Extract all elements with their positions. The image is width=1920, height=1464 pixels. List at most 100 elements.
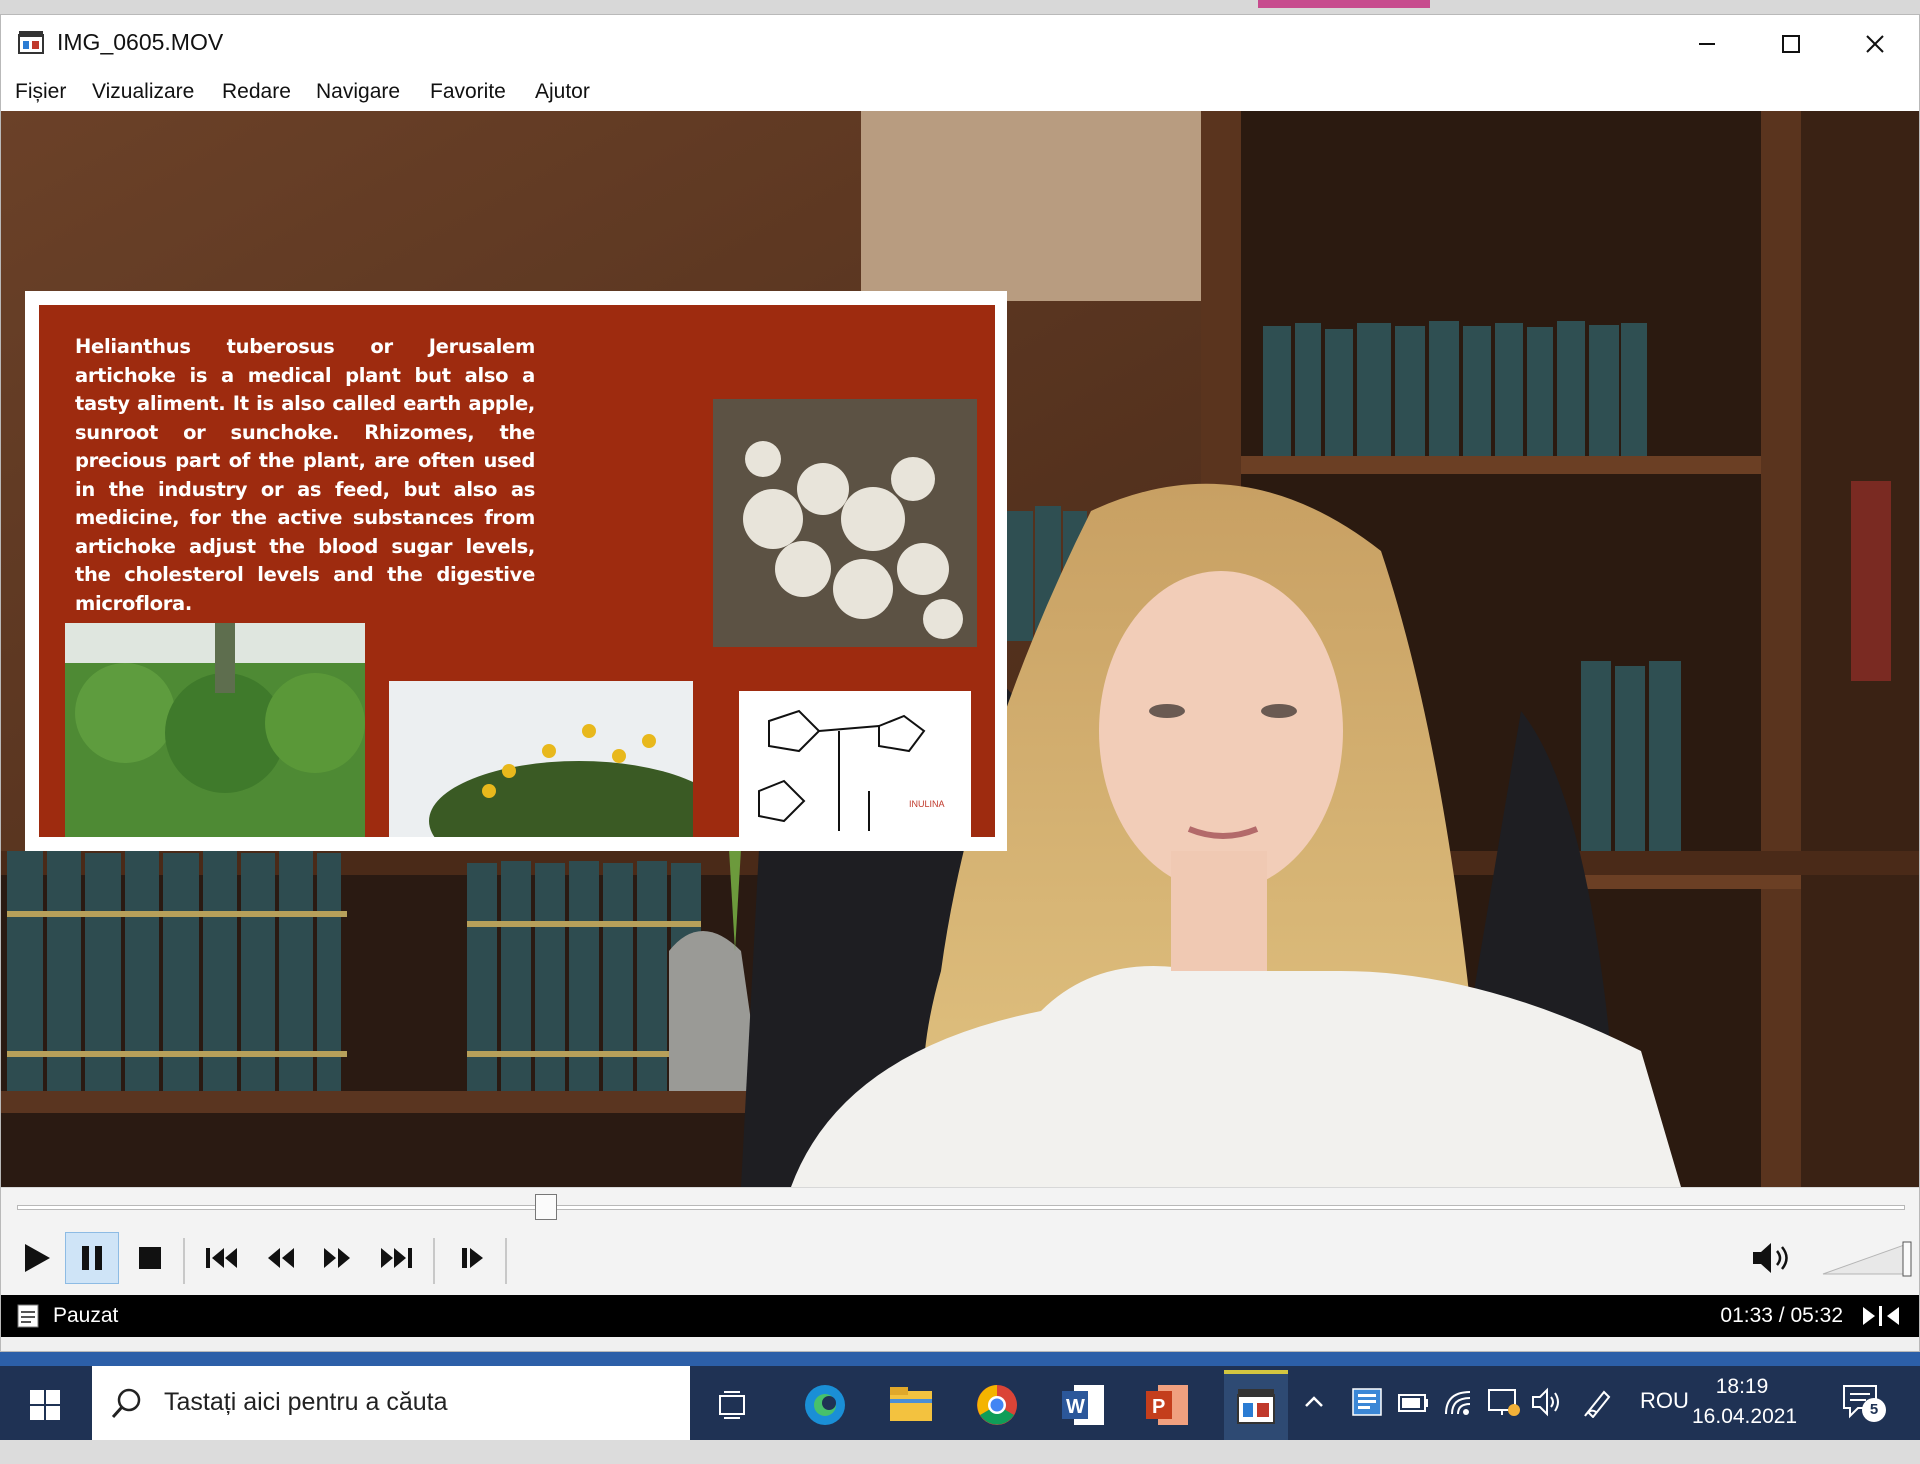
menu-help[interactable]: Ajutor [535, 80, 590, 104]
wifi-button[interactable] [1442, 1386, 1476, 1460]
search-icon [111, 1388, 141, 1419]
notifications-button[interactable]: 5 [1840, 1382, 1886, 1456]
menu-favorites[interactable]: Favorite [430, 80, 506, 104]
clock-date: 16.04.2021 [1692, 1405, 1798, 1428]
minimize-button[interactable] [1665, 15, 1749, 73]
step-frame-icon [462, 1248, 483, 1268]
rewind-button[interactable] [253, 1232, 307, 1284]
chrome-button[interactable] [968, 1376, 1026, 1434]
tray-app-button[interactable] [1350, 1386, 1384, 1460]
pen-button[interactable] [1582, 1386, 1614, 1460]
word-button[interactable]: W [1054, 1376, 1112, 1434]
folder-icon [890, 1387, 932, 1421]
slide-text: Helianthus tuberosus or Jerusalem artich… [75, 335, 535, 615]
menu-view[interactable]: Vizualizare [92, 80, 194, 104]
inulin-caption: INULINA [909, 799, 945, 809]
stop-icon [139, 1247, 161, 1269]
maximize-button[interactable] [1749, 15, 1833, 73]
media-player-window: IMG_0605.MOV Fișier Vizualizare Redare N… [0, 14, 1920, 1352]
file-explorer-button[interactable] [882, 1376, 940, 1434]
battery-button[interactable] [1396, 1386, 1430, 1460]
notification-count-badge: 5 [1862, 1398, 1886, 1422]
menu-play[interactable]: Redare [222, 80, 291, 104]
task-view-button[interactable] [704, 1376, 762, 1434]
presentation-slide: Helianthus tuberosus or Jerusalem artich… [25, 291, 1007, 851]
pen-icon [1584, 1390, 1611, 1419]
skip-forward-icon [381, 1248, 412, 1268]
playback-controls [1, 1187, 1919, 1295]
seek-bar[interactable] [17, 1205, 1905, 1210]
skip-back-button[interactable] [195, 1232, 249, 1284]
speaker-icon [1532, 1387, 1559, 1417]
status-file-icon [17, 1304, 39, 1328]
edge-icon [805, 1385, 845, 1425]
speaker-button[interactable] [1530, 1386, 1562, 1460]
media-player-taskbar-button[interactable] [1224, 1370, 1288, 1440]
top-strip [0, 0, 1920, 14]
svg-text:P: P [1152, 1396, 1165, 1418]
media-player-app-icon [1237, 1389, 1275, 1424]
clock[interactable]: 18:19 16.04.2021 [1692, 1372, 1798, 1446]
menu-bar: Fișier Vizualizare Redare Navigare Favor… [1, 73, 1919, 111]
network-status-button[interactable] [1486, 1386, 1522, 1460]
chrome-icon [977, 1385, 1017, 1425]
playback-time: 01:33 / 05:32 [1720, 1304, 1843, 1327]
control-separator [505, 1238, 507, 1284]
task-view-icon [719, 1391, 745, 1419]
powerpoint-button[interactable]: P [1138, 1376, 1196, 1434]
start-button[interactable] [16, 1376, 74, 1434]
minimize-icon [1699, 43, 1715, 45]
window-accent [1258, 0, 1430, 8]
inulin-structure-diagram: INULINA [739, 691, 971, 837]
plant-leaves-photo [65, 623, 365, 837]
clock-time: 18:19 [1715, 1375, 1769, 1398]
taskbar: Tastați aici pentru a căuta W P ROU 18:1… [0, 1366, 1920, 1440]
close-icon [1866, 35, 1884, 53]
powerpoint-icon: P [1146, 1385, 1188, 1425]
playback-state: Pauzat [53, 1304, 119, 1327]
monitor-warning-icon [1488, 1389, 1520, 1416]
stop-button[interactable] [123, 1232, 177, 1284]
chevron-up-icon [1305, 1396, 1323, 1407]
wifi-icon [1445, 1391, 1471, 1415]
play-icon [25, 1244, 50, 1272]
step-frame-button[interactable] [445, 1232, 499, 1284]
battery-icon [1398, 1394, 1428, 1412]
fast-forward-button[interactable] [311, 1232, 365, 1284]
input-language[interactable]: ROU [1640, 1388, 1689, 1462]
volume-slider[interactable] [1821, 1238, 1913, 1278]
taskbar-search-box[interactable]: Tastați aici pentru a căuta [92, 1366, 690, 1440]
volume-icon [1753, 1243, 1788, 1273]
close-button[interactable] [1833, 15, 1917, 73]
windows-logo-icon [30, 1390, 60, 1420]
rewind-icon [268, 1248, 294, 1268]
word-icon: W [1062, 1385, 1104, 1425]
pause-button[interactable] [65, 1232, 119, 1284]
play-button[interactable] [9, 1232, 63, 1284]
flowering-plant-photo [389, 681, 693, 837]
status-bar: Pauzat 01:33 / 05:32 [1, 1295, 1919, 1337]
edge-button[interactable] [796, 1376, 854, 1434]
volume-button[interactable] [1747, 1232, 1801, 1284]
window-title: IMG_0605.MOV [57, 29, 224, 55]
skip-forward-button[interactable] [369, 1232, 423, 1284]
title-bar[interactable]: IMG_0605.MOV [1, 15, 1919, 73]
control-separator [183, 1238, 185, 1284]
desktop-background-strip [0, 1352, 1920, 1366]
menu-file[interactable]: Fișier [15, 80, 66, 104]
cloud-sync-icon [1352, 1388, 1382, 1416]
maximize-icon [1782, 35, 1800, 53]
fast-forward-icon [324, 1248, 350, 1268]
control-separator [433, 1238, 435, 1284]
video-frame[interactable]: Helianthus tuberosus or Jerusalem artich… [1, 111, 1919, 1187]
resize-grip-icon[interactable] [1859, 1303, 1905, 1329]
pause-icon [82, 1246, 102, 1270]
menu-navigate[interactable]: Navigare [316, 80, 400, 104]
search-placeholder: Tastați aici pentru a căuta [164, 1388, 448, 1416]
slide-background: Helianthus tuberosus or Jerusalem artich… [39, 305, 995, 837]
media-player-app-icon [18, 31, 44, 54]
show-hidden-icons-button[interactable] [1302, 1390, 1326, 1464]
seek-thumb[interactable] [534, 1194, 557, 1220]
tubers-photo [713, 399, 977, 647]
skip-back-icon [206, 1248, 237, 1268]
